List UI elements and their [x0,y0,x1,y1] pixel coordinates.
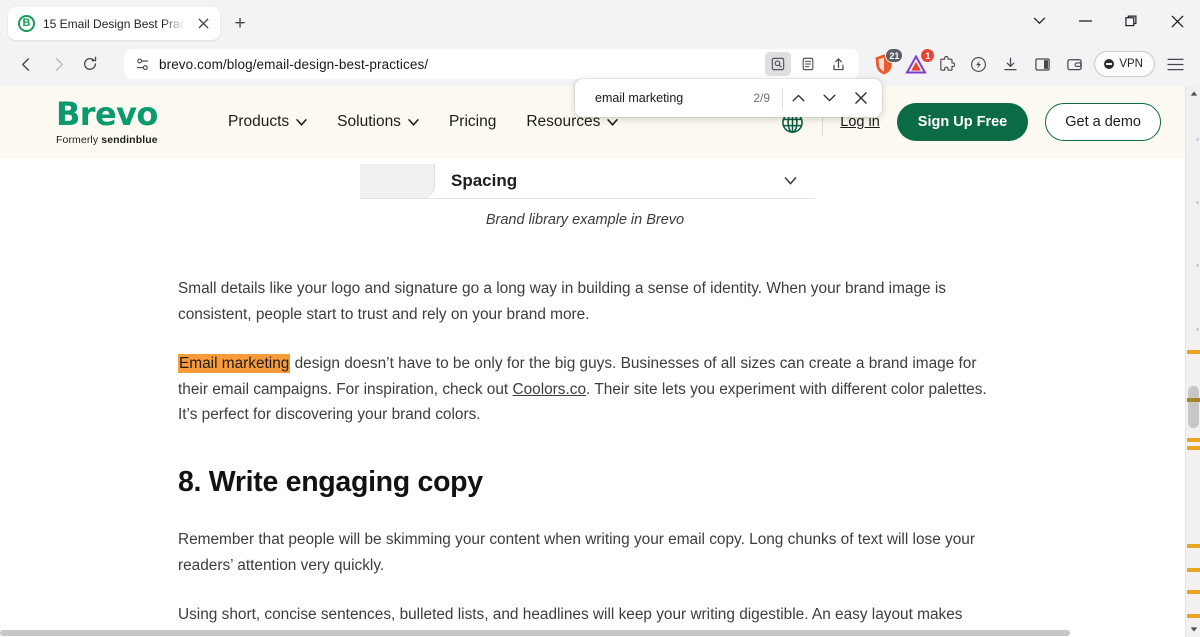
tab-close-icon[interactable] [193,14,213,34]
nav-label: Pricing [449,113,496,131]
site-settings-icon[interactable] [135,57,150,72]
vpn-status-icon [1104,59,1114,69]
find-match-count: 2/9 [753,91,782,105]
section-heading: 8. Write engaging copy [178,466,995,499]
chevron-down-icon [607,119,618,126]
find-in-page-icon[interactable] [765,52,791,76]
get-demo-button[interactable]: Get a demo [1045,103,1161,141]
find-match-marker [1187,350,1200,354]
find-match-marker [1187,544,1200,548]
maximize-icon[interactable] [1108,0,1154,42]
page-viewport: Brevo Formerly sendinblue Products Solut… [0,86,1200,637]
minimize-icon[interactable] [1062,0,1108,42]
vpn-label: VPN [1119,58,1143,70]
logo-tagline: Formerly sendinblue [56,134,186,146]
browser-tab[interactable]: B 15 Email Design Best Practices f [8,7,220,40]
toolbar-right-group: VPN [931,50,1190,78]
horizontal-scrollbar-thumb[interactable] [0,630,1070,636]
coolors-link[interactable]: Coolors.co [512,381,586,398]
embed-row-label: Spacing [451,171,517,191]
reload-icon[interactable] [74,49,106,79]
tab-strip: B 15 Email Design Best Practices f + [0,0,1200,42]
find-input[interactable]: email marketing [595,91,683,105]
find-match-marker [1187,614,1200,618]
tab-title: 15 Email Design Best Practices f [43,17,185,31]
chevron-down-icon [296,119,307,126]
back-arrow-icon[interactable] [10,49,42,79]
leo-ai-icon[interactable]: 1 [903,51,929,77]
shields-group: 21 1 [871,51,929,77]
embed-thumbnail [360,164,435,199]
paragraph-1: Small details like your logo and signatu… [178,276,995,327]
scroll-down-arrow-icon[interactable] [1186,622,1200,637]
reader-mode-icon[interactable] [795,52,821,76]
forward-arrow-icon[interactable] [42,49,74,79]
downloads-icon[interactable] [995,50,1025,78]
paragraph-2: Email marketing design doesn’t have to b… [178,351,995,428]
find-close-button[interactable] [845,84,876,112]
address-bar[interactable]: brevo.com/blog/email-design-best-practic… [124,49,859,79]
article-body: Small details like your logo and signatu… [178,276,995,637]
scroll-up-arrow-icon[interactable] [1186,86,1200,101]
vertical-scrollbar[interactable] [1185,86,1200,637]
nav-item-solutions[interactable]: Solutions [337,113,419,131]
signup-free-button[interactable]: Sign Up Free [897,103,1028,141]
vpn-button[interactable]: VPN [1094,51,1155,77]
scroll-marker [1196,328,1199,331]
find-match-marker [1187,568,1200,572]
tab-search-icon[interactable] [1016,0,1062,42]
web-page: Brevo Formerly sendinblue Products Solut… [0,86,1185,637]
logo-tagline-brand: sendinblue [101,134,157,146]
horizontal-scrollbar[interactable] [0,629,1185,637]
address-bar-url: brevo.com/blog/email-design-best-practic… [159,57,428,72]
nav-item-products[interactable]: Products [228,113,307,131]
find-match-marker-active [1187,398,1200,402]
window-close-icon[interactable] [1154,0,1200,42]
figure-caption: Brand library example in Brevo [0,212,1170,228]
find-in-page-bar: email marketing 2/9 [575,79,882,117]
sidebar-panel-icon[interactable] [1027,50,1057,78]
hamburger-menu-icon[interactable] [1160,50,1190,78]
nav-label: Solutions [337,113,401,131]
share-icon[interactable] [825,52,851,76]
find-match-marker [1187,446,1200,450]
scroll-marker [1196,138,1199,141]
chevron-down-icon[interactable] [784,177,797,185]
nav-label: Products [228,113,289,131]
brave-shield-icon[interactable]: 21 [871,51,897,77]
tab-favicon: B [18,15,35,32]
extensions-puzzle-icon[interactable] [931,50,961,78]
vertical-scrollbar-thumb[interactable] [1188,386,1199,428]
brand-library-embed[interactable]: Spacing [360,164,815,199]
find-match-highlight: Email marketing [178,354,290,373]
brevo-logo[interactable]: Brevo Formerly sendinblue [40,98,186,146]
find-previous-button[interactable] [783,84,814,112]
logo-wordmark: Brevo [56,98,186,130]
new-tab-button[interactable]: + [230,14,250,34]
paragraph-3: Remember that people will be skimming yo… [178,527,995,578]
brave-shield-count-badge: 21 [885,48,903,63]
chevron-down-icon [408,119,419,126]
site-navigation: Products Solutions Pricing Resources [228,113,618,131]
window-controls [1016,0,1200,42]
find-match-marker [1187,590,1200,594]
find-match-marker [1187,438,1200,442]
brave-wallet-icon[interactable] [1059,50,1089,78]
browser-window: B 15 Email Design Best Practices f + [0,0,1200,637]
scroll-marker [1196,264,1199,267]
logo-tagline-prefix: Formerly [56,134,98,146]
nav-item-pricing[interactable]: Pricing [449,113,496,131]
brave-rewards-icon[interactable] [963,50,993,78]
scroll-marker [1196,201,1199,204]
find-next-button[interactable] [814,84,845,112]
